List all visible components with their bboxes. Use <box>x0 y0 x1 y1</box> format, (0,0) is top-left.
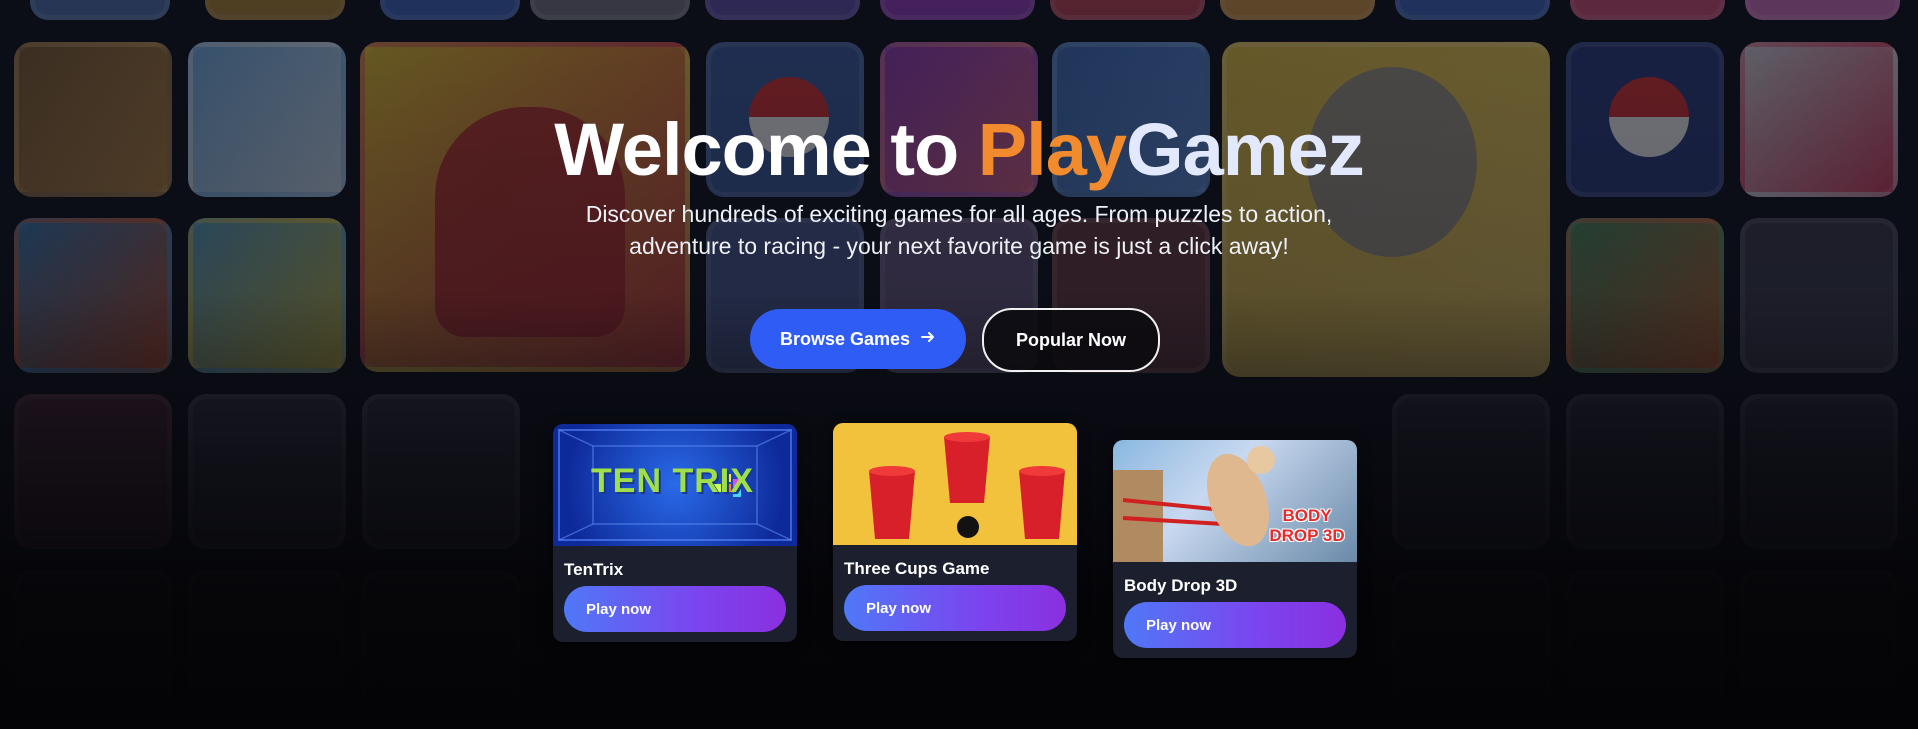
browse-games-label: Browse Games <box>779 328 911 349</box>
play-now-button[interactable]: Play now <box>844 585 1066 631</box>
arrow-right-icon <box>920 329 936 350</box>
game-thumbnail[interactable] <box>833 423 1077 545</box>
play-now-button[interactable]: Play now <box>564 586 786 632</box>
game-card-title: Three Cups Game <box>844 559 990 578</box>
hero-title-accent: Play <box>977 108 1127 191</box>
popular-now-label: Popular Now <box>1015 329 1126 350</box>
game-card-tentrix[interactable]: TEN TRIX TenTrix Play now <box>553 424 797 642</box>
game-card-three-cups[interactable]: Three Cups Game Play now <box>833 423 1077 641</box>
game-thumbnail[interactable]: BODY DROP 3D <box>1113 440 1357 562</box>
hero-subtitle: Discover hundreds of exciting games for … <box>585 201 1333 259</box>
game-card-title: TenTrix <box>564 560 624 579</box>
hero-title-brand: Gamez <box>1126 108 1365 191</box>
body-drop-logo-text: BODY DROP 3D <box>1269 506 1345 545</box>
hero-title-prefix: Welcome to <box>554 108 978 191</box>
browse-games-button[interactable]: Browse Games <box>750 309 966 369</box>
hero-section: Welcome to PlayGamez Discover hundreds o… <box>0 0 1918 729</box>
game-thumbnail[interactable]: TEN TRIX <box>553 424 797 546</box>
popular-now-button[interactable]: Popular Now <box>982 308 1160 372</box>
tentrix-logo-text: TEN TRIX <box>591 462 754 500</box>
game-card-title: Body Drop 3D <box>1124 576 1238 595</box>
play-now-button[interactable]: Play now <box>1124 602 1346 648</box>
hero-content: Welcome to PlayGamez Discover hundreds o… <box>0 0 1918 729</box>
game-card-body-drop-3d[interactable]: BODY DROP 3D Body Drop 3D Play now <box>1113 440 1357 658</box>
hero-title: Welcome to PlayGamez <box>0 108 1918 192</box>
